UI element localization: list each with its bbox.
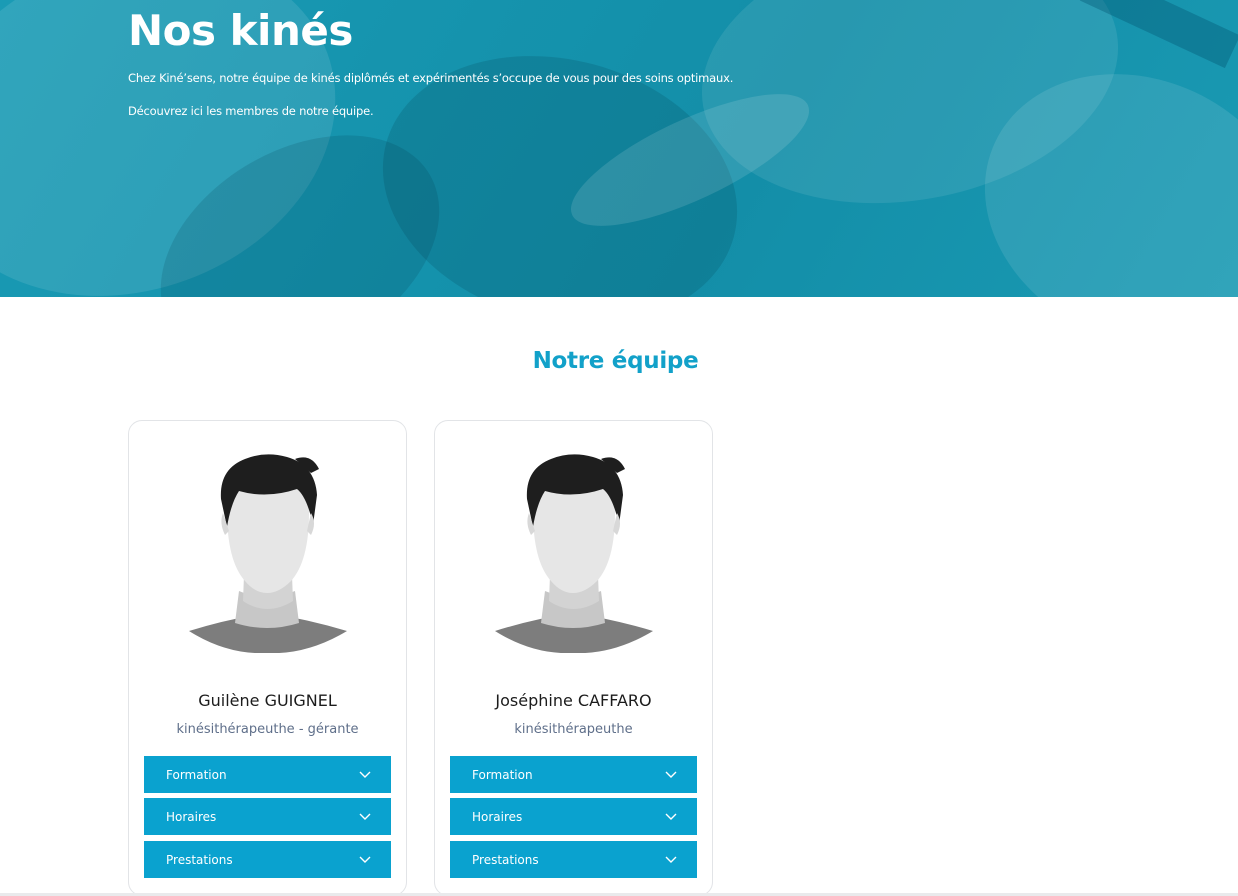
- accordion-prestations[interactable]: Prestations: [144, 841, 391, 878]
- accordion-label: Prestations: [166, 852, 233, 867]
- chevron-down-icon: [359, 856, 371, 863]
- accordion-label: Horaires: [166, 809, 217, 824]
- member-name: Guilène GUIGNEL: [198, 691, 337, 710]
- page-title: Nos kinés: [128, 6, 353, 55]
- accordion-formation[interactable]: Formation: [144, 756, 391, 793]
- team-section-title: Notre équipe: [532, 348, 699, 374]
- accordion-label: Prestations: [472, 852, 539, 867]
- accordion-formation[interactable]: Formation: [450, 756, 697, 793]
- member-role: kinésithérapeuthe: [514, 722, 633, 737]
- accordion-horaires[interactable]: Horaires: [450, 798, 697, 835]
- accordion-label: Formation: [472, 767, 533, 782]
- member-name: Joséphine CAFFARO: [495, 691, 652, 710]
- hero-discover-text: Découvrez ici les membres de notre équip…: [128, 104, 374, 118]
- chevron-down-icon: [665, 771, 677, 778]
- accordion-label: Formation: [166, 767, 227, 782]
- accordion-prestations[interactable]: Prestations: [450, 841, 697, 878]
- member-role: kinésithérapeuthe - gérante: [176, 722, 359, 737]
- team-member-card: Joséphine CAFFARO kinésithérapeuthe Form…: [434, 420, 713, 896]
- chevron-down-icon: [665, 813, 677, 820]
- hero-banner: Nos kinés Chez Kiné’sens, notre équipe d…: [0, 0, 1238, 297]
- team-member-card: Guilène GUIGNEL kinésithérapeuthe - géra…: [128, 420, 407, 896]
- avatar-placeholder-icon: [189, 454, 347, 653]
- chevron-down-icon: [665, 856, 677, 863]
- accordion-horaires[interactable]: Horaires: [144, 798, 391, 835]
- accordion-label: Horaires: [472, 809, 523, 824]
- chevron-down-icon: [359, 813, 371, 820]
- hero-intro-text: Chez Kiné’sens, notre équipe de kinés di…: [128, 71, 734, 85]
- avatar-placeholder-icon: [495, 454, 653, 653]
- chevron-down-icon: [359, 771, 371, 778]
